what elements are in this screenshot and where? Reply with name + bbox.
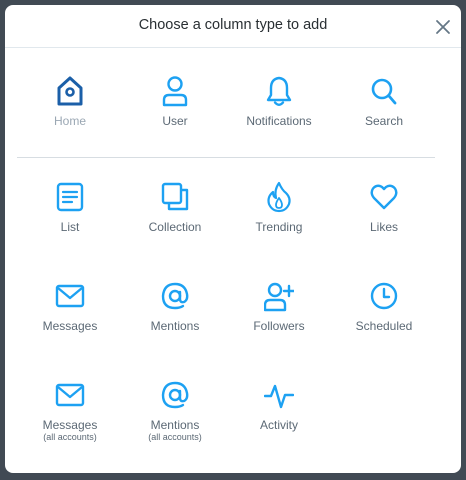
list-icon — [55, 181, 85, 213]
column-option-scheduled[interactable]: Scheduled — [332, 280, 436, 366]
flame-icon — [264, 181, 294, 213]
search-icon — [369, 75, 399, 107]
dialog-header: Choose a column type to add — [5, 5, 461, 48]
add-column-dialog: Choose a column type to add Home User No… — [5, 5, 461, 473]
column-option-label: User — [162, 114, 188, 128]
column-option-user[interactable]: User — [123, 75, 227, 161]
column-option-messages[interactable]: Messages — [18, 280, 122, 366]
user-plus-icon — [264, 280, 294, 312]
column-option-label: Mentions — [150, 319, 200, 333]
column-option-label: Messages — [42, 418, 98, 432]
user-icon — [160, 75, 190, 107]
section-divider — [17, 157, 435, 158]
column-option-label: Notifications — [246, 114, 312, 128]
column-option-label: Collection — [148, 220, 202, 234]
column-option-label: Messages — [42, 319, 98, 333]
at-icon — [160, 280, 190, 312]
column-option-sublabel: (all accounts) — [148, 432, 202, 442]
clock-icon — [369, 280, 399, 312]
column-option-label: Search — [364, 114, 404, 128]
column-option-label: Home — [53, 114, 86, 128]
column-option-mentions-all-accounts[interactable]: Mentions (all accounts) — [123, 379, 227, 465]
envelope-icon — [55, 280, 85, 312]
collection-icon — [160, 181, 190, 213]
column-option-search[interactable]: Search — [332, 75, 436, 161]
column-option-label: Activity — [259, 418, 298, 432]
close-button[interactable] — [433, 17, 453, 37]
dialog-title: Choose a column type to add — [138, 17, 328, 33]
birdhouse-icon — [55, 75, 85, 107]
activity-icon — [264, 379, 294, 411]
column-option-label: Trending — [255, 220, 303, 234]
column-option-mentions[interactable]: Mentions — [123, 280, 227, 366]
column-option-sublabel: (all accounts) — [43, 432, 97, 442]
column-option-followers[interactable]: Followers — [227, 280, 331, 366]
column-option-home[interactable]: Home — [18, 75, 122, 161]
column-option-notifications[interactable]: Notifications — [227, 75, 331, 161]
bell-icon — [264, 75, 294, 107]
column-option-collection[interactable]: Collection — [123, 181, 227, 267]
column-option-messages-all-accounts[interactable]: Messages (all accounts) — [18, 379, 122, 465]
envelope-icon — [55, 379, 85, 411]
column-option-likes[interactable]: Likes — [332, 181, 436, 267]
column-option-label: List — [60, 220, 80, 234]
column-option-label: Mentions — [150, 418, 200, 432]
at-icon — [160, 379, 190, 411]
column-option-label: Likes — [369, 220, 398, 234]
close-icon[interactable] — [433, 17, 453, 37]
column-option-label: Scheduled — [355, 319, 413, 333]
heart-icon — [369, 181, 399, 213]
column-option-activity[interactable]: Activity — [227, 379, 331, 465]
column-option-label: Followers — [253, 319, 305, 333]
column-option-trending[interactable]: Trending — [227, 181, 331, 267]
column-option-list[interactable]: List — [18, 181, 122, 267]
